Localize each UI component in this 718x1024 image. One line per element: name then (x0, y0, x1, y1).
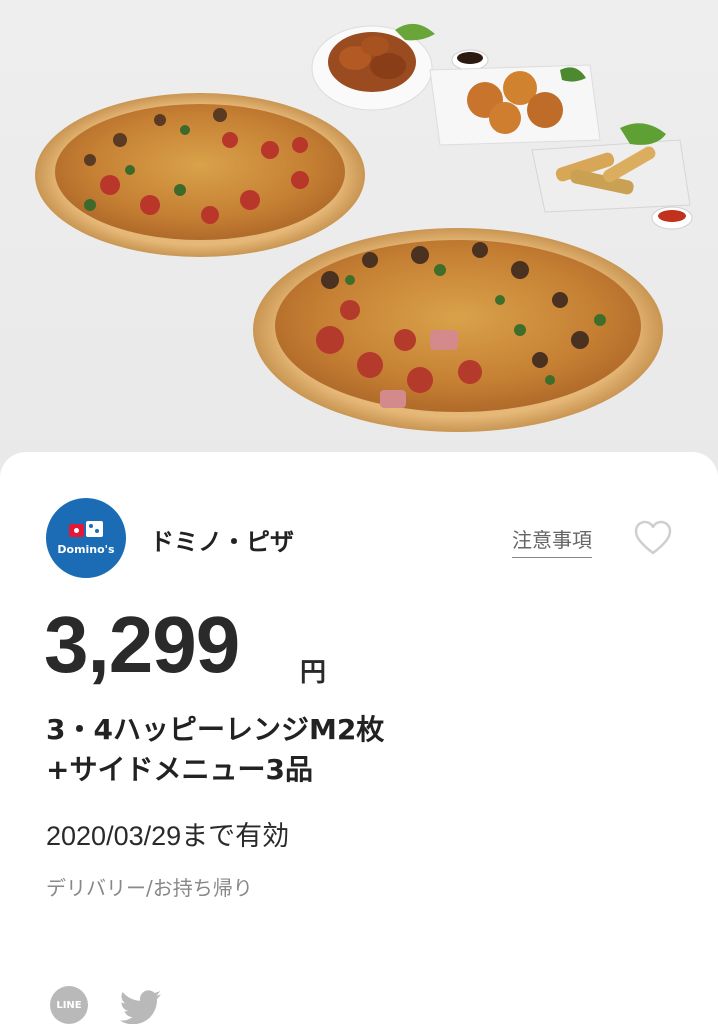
offer-title-line1: 3・4ハッピーレンジM2枚 (46, 713, 385, 746)
line-share-icon[interactable]: LINE (50, 986, 88, 1024)
valid-until: 2020/03/29まで有効 (46, 821, 290, 851)
logo-text: Domino's (57, 542, 115, 556)
hero-food-image (0, 0, 718, 470)
heart-outline-icon[interactable] (634, 520, 672, 556)
offer-title: 3・4ハッピーレンジM2枚 +サイドメニュー3品 (46, 710, 384, 790)
twitter-icon[interactable] (120, 990, 162, 1024)
dominos-tile-icon (69, 520, 103, 539)
shop-name[interactable]: ドミノ・ピザ (150, 522, 294, 557)
offer-title-line2: +サイドメニュー3品 (46, 753, 313, 786)
line-label: LINE (56, 999, 82, 1011)
price-value: 3,299 (44, 600, 240, 689)
notes-link[interactable]: 注意事項 (512, 524, 592, 558)
delivery-type: デリバリー/お持ち帰り (46, 876, 253, 900)
price-currency: 円 (300, 658, 327, 688)
shop-logo[interactable]: Domino's (46, 498, 126, 578)
